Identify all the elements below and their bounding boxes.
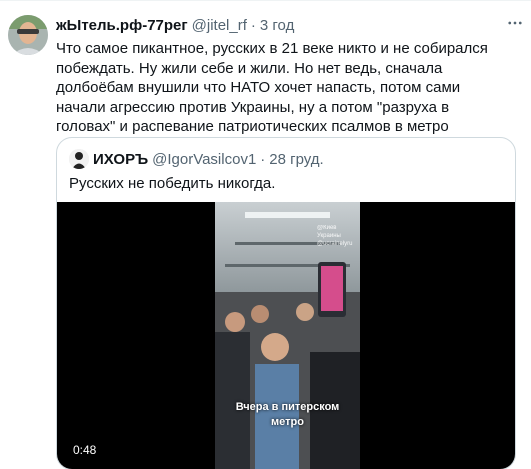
quoted-tweet-time[interactable]: 28 груд. bbox=[269, 151, 323, 168]
video-caption: Вчера в питерском метро bbox=[215, 400, 360, 430]
quoted-tweet[interactable]: ИХОРЪ @IgorVasilcov1 · 28 груд. Русских … bbox=[56, 137, 516, 469]
video-frame: @Киев Украины @ucrainelyru Вчера в питер… bbox=[215, 202, 360, 469]
caption-line-1: Вчера в питерском bbox=[235, 401, 340, 413]
author-handle[interactable]: @jitel_rf bbox=[192, 17, 247, 34]
author-name[interactable]: жЫтель.рф-77рег bbox=[56, 17, 188, 34]
separator-dot: · bbox=[250, 16, 256, 34]
quoted-tweet-text: Русских не победить никогда. bbox=[69, 175, 276, 192]
video-duration: 0:48 bbox=[69, 442, 101, 458]
tweet-header: жЫтель.рф-77рег @jitel_rf · 3 год bbox=[56, 15, 294, 35]
quoted-author-name[interactable]: ИХОРЪ bbox=[93, 151, 148, 168]
quoted-author-avatar[interactable] bbox=[69, 149, 89, 169]
tweet-text: Что самое пикантное, русских в 21 веке н… bbox=[56, 40, 488, 135]
more-horizontal-icon[interactable] bbox=[503, 11, 527, 35]
quoted-author-handle[interactable]: @IgorVasilcov1 bbox=[152, 151, 256, 168]
watermark-line-2: @ucrainelyru bbox=[317, 241, 353, 247]
author-avatar[interactable] bbox=[8, 15, 48, 55]
video-watermark: @Киев Украины @ucrainelyru bbox=[317, 224, 360, 248]
tweet-time[interactable]: 3 год bbox=[260, 17, 294, 34]
quoted-tweet-header: ИХОРЪ @IgorVasilcov1 · 28 груд. bbox=[69, 149, 324, 169]
video-player[interactable]: @Киев Украины @ucrainelyru Вчера в питер… bbox=[57, 202, 515, 469]
watermark-line-1: @Киев Украины bbox=[317, 225, 341, 239]
tweet-card[interactable]: жЫтель.рф-77рег @jitel_rf · 3 год Что са… bbox=[0, 0, 531, 469]
separator-dot: · bbox=[260, 150, 266, 168]
caption-line-2: метро bbox=[271, 416, 304, 428]
